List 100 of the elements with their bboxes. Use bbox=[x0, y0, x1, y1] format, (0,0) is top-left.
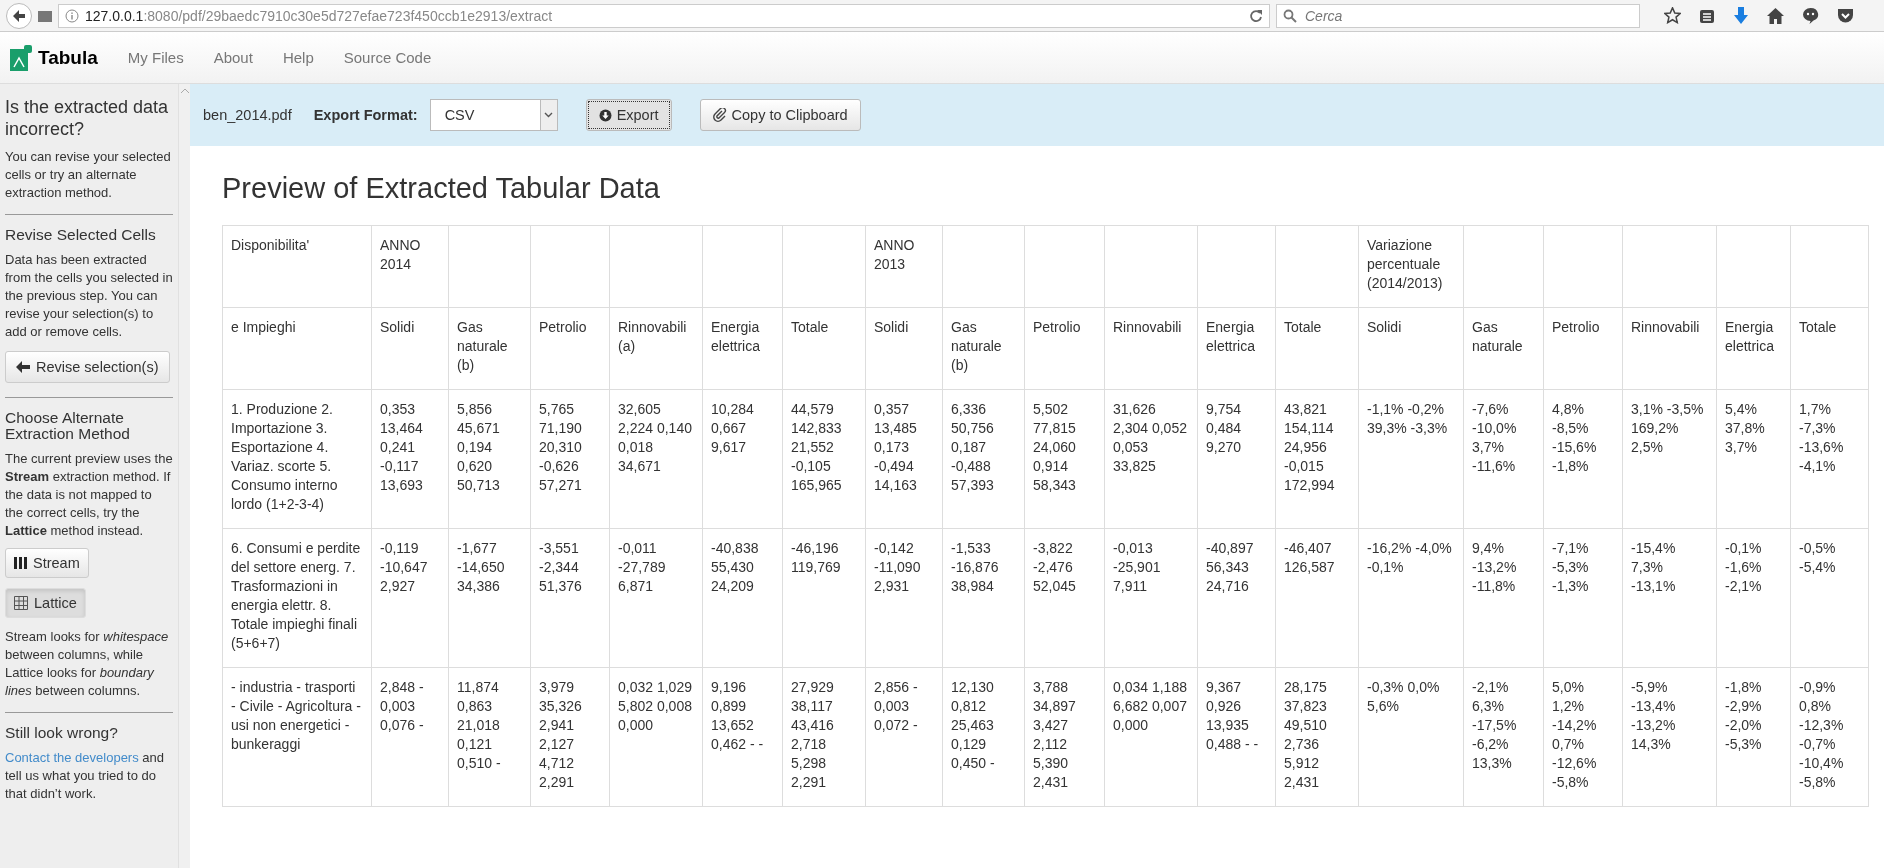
table-cell: Totale bbox=[1799, 319, 1837, 335]
sidebar-title: Is the extracted data incorrect? bbox=[5, 96, 170, 140]
table-cell: -40,897 56,343 24,716 bbox=[1206, 540, 1254, 594]
back-icon bbox=[12, 8, 26, 23]
table-cell: -1,1% -0,2% 39,3% -3,3% bbox=[1367, 401, 1448, 436]
home-icon[interactable] bbox=[1767, 7, 1784, 24]
search-field[interactable]: Cerca bbox=[1276, 3, 1640, 28]
table-cell: 0,034 1,188 6,682 0,007 0,000 bbox=[1113, 679, 1187, 733]
table-cell: -1,8% -2,9% -2,0% -5,3% bbox=[1725, 679, 1762, 752]
table-cell: 44,579 142,833 21,552 -0,105 165,965 bbox=[791, 401, 842, 493]
table-cell: 9,754 0,484 9,270 bbox=[1206, 401, 1242, 455]
table-cell: Variazione percentuale (2014/2013) bbox=[1367, 237, 1443, 291]
arrow-left-icon bbox=[16, 361, 30, 373]
table-cell: Gas naturale bbox=[1472, 319, 1523, 354]
table-cell: -40,838 55,430 24,209 bbox=[711, 540, 759, 594]
table-cell: 5,765 71,190 20,310 -0,626 57,271 bbox=[539, 401, 582, 493]
table-cell: 3,788 34,897 3,427 2,112 5,390 2,431 bbox=[1033, 679, 1076, 790]
help-text: Contact the developers and tell us what you tried to do that didn’t work. bbox=[5, 749, 165, 803]
section-heading: Choose Alternate Extraction Method bbox=[5, 410, 131, 442]
table-cell: -3,551 -2,344 51,376 bbox=[539, 540, 582, 594]
list-icon[interactable] bbox=[1699, 7, 1715, 24]
table-cell: 6,336 50,756 0,187 -0,488 57,393 bbox=[951, 401, 994, 493]
table-cell: -0,5% -5,4% bbox=[1799, 540, 1836, 575]
pocket-icon[interactable] bbox=[1837, 7, 1854, 24]
table-cell: Petrolio bbox=[539, 319, 587, 335]
table-cell: - industria - trasporti - Civile - Agricoltura - usi non energetici - bunkeraggi bbox=[231, 679, 361, 752]
table-cell: -1,677 -14,650 34,386 bbox=[457, 540, 505, 594]
star-icon[interactable] bbox=[1664, 7, 1681, 24]
caret-icon bbox=[544, 112, 554, 118]
table-cell: 31,626 2,304 0,052 0,053 33,825 bbox=[1113, 401, 1187, 474]
nav-link[interactable]: Source Code bbox=[343, 49, 432, 66]
table-cell: 11,874 0,863 21,018 0,121 0,510 - bbox=[457, 679, 501, 771]
table-cell: 3,979 35,326 2,941 2,127 4,712 2,291 bbox=[539, 679, 582, 790]
revise-text: Data has been extracted from the cells you selected in the previous step. You can revise your selection(s) to add or remove cells. bbox=[5, 251, 173, 341]
download-icon[interactable] bbox=[1733, 6, 1749, 25]
table-cell: 5,856 45,671 0,194 0,620 50,713 bbox=[457, 401, 500, 493]
paperclip-icon bbox=[712, 108, 727, 122]
back-button[interactable] bbox=[6, 2, 32, 29]
columns-icon bbox=[14, 557, 27, 569]
table-cell: Gas naturale (b) bbox=[951, 319, 1002, 373]
url-text: 127.0.0.1:8080/pdf/29baedc7910c30e5d727efae723f450ccb1e2913/extract bbox=[85, 7, 554, 24]
table-cell: Energia elettrica bbox=[1725, 319, 1775, 354]
table-cell: 5,4% 37,8% 3,7% bbox=[1725, 401, 1765, 455]
page-title: Preview of Extracted Tabular Data bbox=[222, 172, 661, 205]
method-text: The current preview uses the Stream extraction method. If the data is not mapped to the correct cells, try the Lattice method instead. bbox=[5, 450, 173, 540]
table-cell: -0,013 -25,901 7,911 bbox=[1113, 540, 1161, 594]
table-cell: Totale bbox=[791, 319, 829, 335]
table-cell: Petrolio bbox=[1552, 319, 1600, 335]
method-note: Stream looks for whitespace between columns, while Lattice looks for boundary lines between columns. bbox=[5, 628, 170, 700]
export-button[interactable]: Export bbox=[585, 99, 672, 131]
reload-icon[interactable] bbox=[1249, 8, 1263, 23]
file-name: ben_2014.pdf bbox=[203, 107, 292, 123]
nav-link[interactable]: My Files bbox=[127, 49, 184, 66]
table-cell: 4,8% -8,5% -15,6% -1,8% bbox=[1552, 401, 1597, 474]
table-cell: Energia elettrica bbox=[711, 319, 761, 354]
table-cell: Rinnovabili (a) bbox=[618, 319, 687, 354]
table-cell: -7,1% -5,3% -1,3% bbox=[1552, 540, 1589, 594]
table-cell: -5,9% -13,4% -13,2% 14,3% bbox=[1631, 679, 1676, 752]
format-label: Export Format: bbox=[313, 107, 418, 123]
table-cell: Petrolio bbox=[1033, 319, 1081, 335]
table-cell: Rinnovabili bbox=[1631, 319, 1700, 335]
nav-link[interactable]: Help bbox=[282, 49, 314, 66]
download-circle-icon bbox=[598, 108, 612, 122]
page-icon bbox=[38, 9, 52, 22]
table-cell: Totale bbox=[1284, 319, 1322, 335]
table-cell: 27,929 38,117 43,416 2,718 5,298 2,291 bbox=[791, 679, 834, 790]
method-button[interactable]: Stream bbox=[5, 548, 89, 578]
table-cell: -7,6% -10,0% 3,7% -11,6% bbox=[1472, 401, 1517, 474]
table-cell: -0,011 -27,789 6,871 bbox=[618, 540, 666, 594]
table-cell: -16,2% -4,0% -0,1% bbox=[1367, 540, 1452, 575]
table-cell: 10,284 0,667 9,617 bbox=[711, 401, 754, 455]
method-button[interactable]: Lattice bbox=[5, 588, 86, 618]
table-cell: 32,605 2,224 0,140 0,018 34,671 bbox=[618, 401, 692, 474]
table-cell: 6. Consumi e perdite del settore energ. 7. Trasformazioni in energia elettr. 8. Totale impieghi finali (5+6+7) bbox=[231, 540, 361, 651]
table-cell: -0,119 -10,647 2,927 bbox=[380, 540, 428, 594]
scrollbar[interactable] bbox=[178, 84, 190, 868]
format-select[interactable]: CSV bbox=[429, 99, 558, 131]
table-cell: -15,4% 7,3% -13,1% bbox=[1631, 540, 1676, 594]
table-cell: e Impieghi bbox=[231, 319, 296, 335]
table-cell: Solidi bbox=[380, 319, 415, 335]
chat-icon[interactable] bbox=[1802, 7, 1819, 24]
intro-text: You can revise your selected cells or try an alternate extraction method. bbox=[5, 148, 172, 202]
brand-name[interactable]: Tabula bbox=[38, 46, 98, 69]
table-cell: 0,353 13,464 0,241 -0,117 13,693 bbox=[380, 401, 423, 493]
table-cell: 1. Produzione 2. Importazione 3. Esportazione 4. Variaz. scorte 5. Consumo interno lordo (1+2-3-4) bbox=[231, 401, 338, 512]
table-cell: -0,3% 0,0% 5,6% bbox=[1367, 679, 1440, 714]
table-cell: 28,175 37,823 49,510 2,736 5,912 2,431 bbox=[1284, 679, 1327, 790]
table-cell: 9,4% -13,2% -11,8% bbox=[1472, 540, 1517, 594]
table-cell: 5,0% 1,2% -14,2% 0,7% -12,6% -5,8% bbox=[1552, 679, 1597, 790]
table-cell: Solidi bbox=[1367, 319, 1402, 335]
logo-icon bbox=[10, 44, 32, 71]
section-heading: Still look wrong? bbox=[5, 725, 119, 741]
table-cell: 12,130 0,812 25,463 0,129 0,450 - bbox=[951, 679, 995, 771]
table-cell: 3,1% -3,5% 169,2% 2,5% bbox=[1631, 401, 1704, 455]
copy-button[interactable]: Copy to Clipboard bbox=[699, 99, 861, 131]
address-bar[interactable]: 127.0.0.1:8080/pdf/29baedc7910c30e5d727efae723f450ccb1e2913/extract bbox=[58, 3, 1270, 28]
table-cell: Gas naturale (b) bbox=[457, 319, 508, 373]
nav-link[interactable]: About bbox=[213, 49, 253, 66]
revise-button[interactable]: Revise selection(s) bbox=[5, 351, 170, 383]
table-cell: 9,196 0,899 13,652 0,462 - - bbox=[711, 679, 764, 752]
